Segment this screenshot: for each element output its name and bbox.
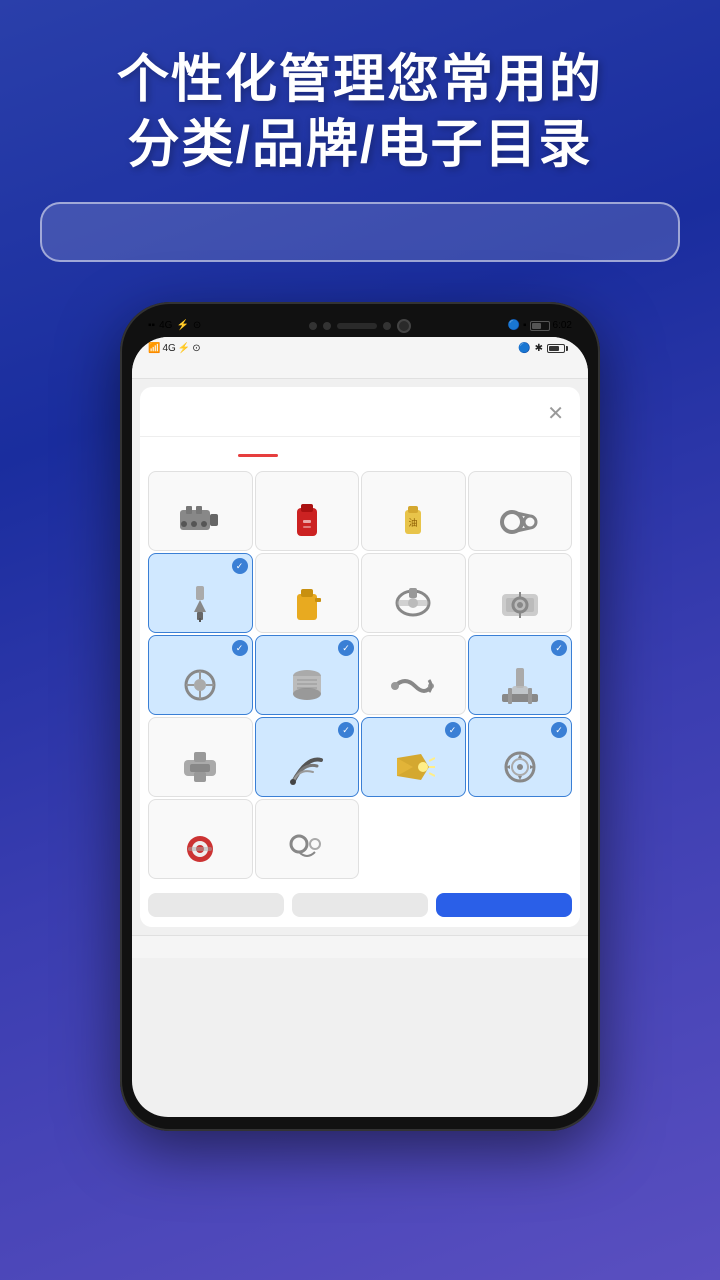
part-image-lighting	[391, 748, 435, 786]
notch-right: 🔵 ▪ 6:02	[508, 320, 572, 331]
list-item[interactable]	[361, 635, 466, 715]
aux-oil-icon: 油	[391, 502, 435, 540]
part-image-exhaust	[391, 666, 435, 704]
svg-text:油: 油	[409, 517, 418, 528]
tab-all-brands[interactable]	[360, 445, 564, 463]
list-item[interactable]: ✓	[255, 717, 360, 797]
check-mark: ✓	[445, 722, 461, 738]
modal-header: ✕	[140, 387, 580, 437]
part-image-cooling	[178, 666, 222, 704]
intake-icon	[391, 584, 435, 622]
lighting-icon	[391, 748, 435, 786]
cooling-icon	[178, 666, 222, 704]
list-item[interactable]	[148, 799, 253, 879]
phone-notch: ▪▪ 4G ⚡ ⊙ 🔵 ▪ 6:02	[132, 320, 588, 337]
part-image-timing	[498, 748, 542, 786]
mount-icon	[178, 748, 222, 786]
action-buttons-row	[140, 883, 580, 927]
part-image-belt	[498, 502, 542, 540]
check-mark: ✓	[551, 722, 567, 738]
part-image-mount	[178, 748, 222, 786]
clear-button[interactable]	[292, 893, 428, 917]
tabs-row	[140, 437, 580, 467]
spark-plug-icon	[178, 584, 222, 622]
part-image-aux-oil: 油	[391, 502, 435, 540]
status-bar: 📶4G⚡⊙ 🔵 ✱	[132, 337, 588, 358]
list-item[interactable]: ✓	[361, 717, 466, 797]
part-image-other	[285, 830, 329, 868]
list-item[interactable]: 油	[361, 471, 466, 551]
filter-icon	[285, 666, 329, 704]
part-image-ac	[498, 584, 542, 622]
status-time-battery: 🔵 ✱	[518, 343, 572, 354]
timing-icon	[498, 748, 542, 786]
phone-screen: 📶4G⚡⊙ 🔵 ✱	[132, 337, 588, 1117]
engine-oil-icon	[285, 584, 329, 622]
check-mark: ✓	[338, 640, 354, 656]
bottom-bar	[132, 935, 588, 958]
modal-close-icon[interactable]: ✕	[547, 401, 564, 426]
belt-icon	[498, 502, 542, 540]
items-grid: 油	[140, 467, 580, 883]
part-image-spark-plug	[178, 584, 222, 622]
suspension-icon	[498, 666, 542, 704]
list-item[interactable]	[255, 553, 360, 633]
ac-icon	[498, 584, 542, 622]
status-signal: 📶4G⚡⊙	[148, 343, 201, 354]
check-mark: ✓	[232, 640, 248, 656]
list-item[interactable]: ✓	[255, 635, 360, 715]
part-image-wiper	[285, 748, 329, 786]
list-item[interactable]: ✓	[148, 635, 253, 715]
part-image-transfer-oil	[285, 502, 329, 540]
hero-title: 个性化管理您常用的分类/品牌/电子目录	[0, 0, 720, 202]
part-image-engine-oil	[285, 584, 329, 622]
cancel-button[interactable]	[148, 893, 284, 917]
tab-all-categories[interactable]	[156, 445, 360, 463]
list-item[interactable]	[255, 799, 360, 879]
engine-icon	[178, 502, 222, 540]
bluetooth-icon: ✱	[535, 343, 543, 354]
check-mark: ✓	[551, 640, 567, 656]
phone-mockup: ▪▪ 4G ⚡ ⊙ 🔵 ▪ 6:02	[0, 302, 720, 1131]
part-image-engine	[178, 502, 222, 540]
list-item[interactable]: ✓	[468, 717, 573, 797]
part-image-suspension	[498, 666, 542, 704]
transfer-oil-icon	[285, 502, 329, 540]
phone-frame: ▪▪ 4G ⚡ ⊙ 🔵 ▪ 6:02	[120, 302, 600, 1131]
subtitle-box	[40, 202, 680, 262]
notch-center	[309, 319, 411, 333]
list-item[interactable]	[361, 553, 466, 633]
check-mark: ✓	[232, 558, 248, 574]
tab-underline	[238, 454, 278, 457]
exhaust-icon	[391, 666, 435, 704]
part-image-filter	[285, 666, 329, 704]
list-item[interactable]	[468, 553, 573, 633]
status-logo: 🔵	[518, 343, 530, 354]
list-item[interactable]: ✓	[148, 553, 253, 633]
notch-left: ▪▪ 4G ⚡ ⊙	[148, 320, 201, 331]
modal-panel: ✕	[140, 387, 580, 927]
list-item[interactable]	[255, 471, 360, 551]
other-icon	[285, 830, 329, 868]
list-item[interactable]	[148, 471, 253, 551]
list-item[interactable]	[468, 471, 573, 551]
confirm-button[interactable]	[436, 893, 572, 917]
check-mark: ✓	[338, 722, 354, 738]
app-header	[132, 358, 588, 379]
list-item[interactable]	[148, 717, 253, 797]
battery-indicator	[547, 344, 568, 353]
list-item[interactable]: ✓	[468, 635, 573, 715]
part-image-brake	[178, 830, 222, 868]
part-image-intake	[391, 584, 435, 622]
brake-icon	[178, 830, 222, 868]
hero-section: 个性化管理您常用的分类/品牌/电子目录	[0, 0, 720, 262]
wiper-icon	[285, 748, 329, 786]
